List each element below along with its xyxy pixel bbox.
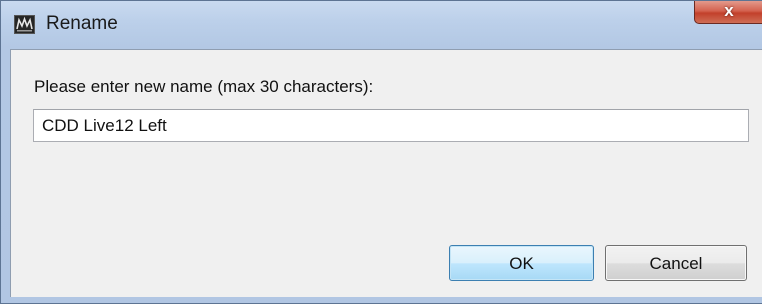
name-prompt-label: Please enter new name (max 30 characters… xyxy=(34,77,374,96)
window-title: Rename xyxy=(46,13,118,34)
close-icon: x xyxy=(724,1,734,20)
close-button[interactable]: x xyxy=(694,1,762,24)
rename-dialog-window: Rename x Please enter new name (max 30 c… xyxy=(0,0,762,304)
ok-button[interactable]: OK xyxy=(449,245,594,281)
dialog-client-area: Please enter new name (max 30 characters… xyxy=(10,49,762,297)
cancel-button[interactable]: Cancel xyxy=(605,245,747,281)
title-bar[interactable]: Rename x xyxy=(1,1,762,47)
app-icon[interactable] xyxy=(14,15,35,34)
name-input[interactable] xyxy=(33,109,749,142)
